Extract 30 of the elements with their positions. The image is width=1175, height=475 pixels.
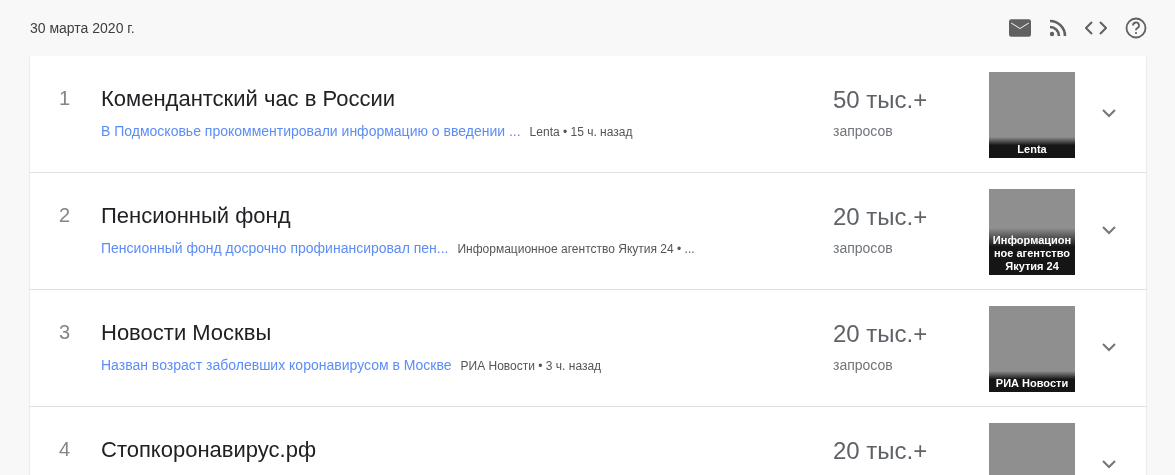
image-caption: Lenta	[989, 137, 1075, 158]
trend-title[interactable]: Стопкоронавирус.рф	[101, 436, 316, 464]
help-icon[interactable]	[1125, 17, 1147, 39]
search-count: 20 тыс.+	[833, 319, 928, 349]
trend-title[interactable]: Новости Москвы	[101, 319, 272, 347]
source-time: Информационное агентство Якутия 24 • ...	[457, 241, 695, 258]
source-time: Lenta • 15 ч. назад	[529, 124, 633, 141]
expand-chevron-icon[interactable]	[1102, 109, 1116, 118]
trend-title[interactable]: Комендантский час в России	[101, 85, 396, 113]
count-label: запросов	[833, 122, 893, 141]
date-label: 30 марта 2020 г.	[30, 18, 135, 38]
rank-number: 4	[58, 437, 72, 462]
expand-chevron-icon[interactable]	[1102, 343, 1116, 352]
search-count: 20 тыс.+	[833, 202, 928, 232]
trend-title[interactable]: Пенсионный фонд	[101, 202, 291, 230]
image-caption: Информационное агентство Якутия 24	[989, 228, 1075, 275]
expand-chevron-icon[interactable]	[1102, 460, 1116, 469]
count-label: запросов	[833, 239, 893, 258]
image-caption: РИА Новости	[989, 371, 1075, 392]
rank-number: 2	[58, 203, 72, 228]
source-time: РИА Новости • 3 ч. назад	[460, 358, 602, 375]
mail-icon[interactable]	[1009, 19, 1031, 37]
code-icon[interactable]	[1085, 21, 1107, 35]
count-label: запросов	[833, 356, 893, 375]
search-count: 20 тыс.+	[833, 436, 928, 466]
rank-number: 1	[58, 86, 72, 111]
search-count: 50 тыс.+	[833, 85, 928, 115]
rank-number: 3	[58, 320, 72, 345]
rss-icon[interactable]	[1049, 19, 1067, 37]
expand-chevron-icon[interactable]	[1102, 226, 1116, 235]
